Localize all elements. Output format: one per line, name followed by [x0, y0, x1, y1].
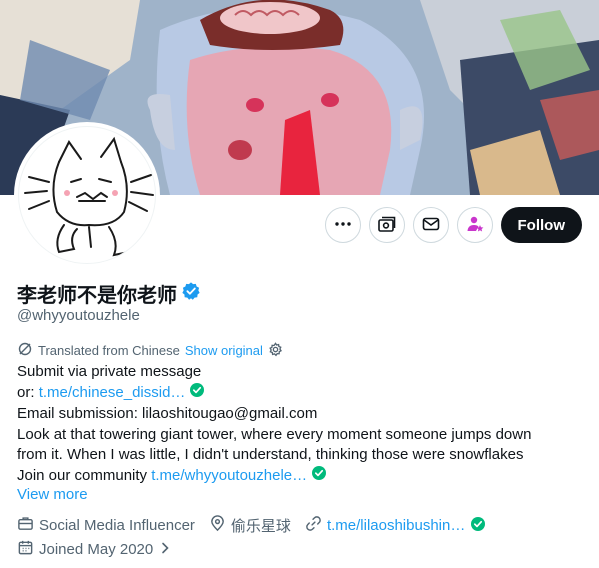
- profile-name-row: 李老师不是你老师: [17, 279, 201, 308]
- telegram-link[interactable]: t.me/chinese_dissid…: [39, 383, 186, 403]
- bio-line: Submit via private message: [17, 362, 577, 382]
- profile-actions: Follow: [324, 207, 582, 243]
- bio-line: or: t.me/chinese_dissid…: [17, 382, 577, 404]
- profile-meta-row: Joined May 2020: [17, 539, 172, 560]
- bio-text: Look at that towering giant tower, where…: [17, 425, 532, 443]
- user-handle: @whyyoutouzhele: [17, 307, 140, 324]
- follow-button[interactable]: Follow: [500, 207, 582, 243]
- avatar-image: [18, 126, 156, 264]
- profile-bio: Submit via private message or: t.me/chin…: [17, 362, 577, 487]
- verified-badge-icon[interactable]: [181, 281, 201, 306]
- view-more-link[interactable]: View more: [17, 486, 88, 503]
- bio-text: Email submission: lilaoshitougao@gmail.c…: [17, 405, 318, 423]
- profile-avatar[interactable]: [14, 122, 160, 268]
- link-verified-icon: [189, 382, 205, 404]
- calendar-icon: [17, 539, 34, 560]
- subscriptions-icon: [377, 214, 397, 237]
- bio-line: Join our community t.me/whyyoutouzhele…: [17, 465, 577, 487]
- category-label: Social Media Influencer: [39, 517, 195, 534]
- bio-text: Join our community: [17, 467, 152, 485]
- bio-text: from it. When I was little, I didn't und…: [17, 445, 524, 463]
- link-icon: [305, 515, 322, 536]
- translation-notice: Translated from Chinese Show original: [17, 341, 283, 360]
- bio-line: Look at that towering giant tower, where…: [17, 425, 577, 445]
- subscriptions-button[interactable]: [368, 207, 405, 243]
- person-star-icon: [465, 214, 485, 237]
- bio-line: Email submission: lilaoshitougao@gmail.c…: [17, 404, 577, 424]
- joined-date: Joined May 2020: [39, 541, 154, 558]
- location-label: 偷乐星球: [230, 518, 291, 535]
- link-verified-icon: [470, 516, 486, 536]
- website-item: t.me/lilaoshibushin…: [305, 515, 486, 536]
- link-verified-icon: [311, 465, 327, 487]
- website-link[interactable]: t.me/lilaoshibushin…: [327, 517, 465, 534]
- gear-icon[interactable]: [268, 341, 283, 360]
- category-item: Social Media Influencer: [17, 515, 195, 536]
- chevron-right-icon: [158, 541, 172, 559]
- creator-subscribe-button[interactable]: [456, 207, 493, 243]
- location-pin-icon: [209, 515, 226, 536]
- show-original-link[interactable]: Show original: [185, 343, 263, 358]
- more-button[interactable]: [324, 207, 361, 243]
- translated-label: Translated from Chinese: [38, 343, 180, 358]
- location-item: 偷乐星球: [209, 515, 291, 536]
- briefcase-icon: [17, 515, 34, 536]
- message-button[interactable]: [412, 207, 449, 243]
- bio-text: Submit via private message: [17, 363, 202, 380]
- profile-meta-row: Social Media Influencer 偷乐星球 t.me/lilaos…: [17, 515, 486, 536]
- ellipsis-icon: [334, 215, 352, 236]
- envelope-icon: [421, 214, 441, 237]
- community-link[interactable]: t.me/whyyoutouzhele…: [151, 466, 307, 486]
- bio-line: from it. When I was little, I didn't und…: [17, 445, 577, 465]
- display-name: 李老师不是你老师: [17, 283, 177, 307]
- translate-icon: [17, 341, 33, 360]
- bio-text: or:: [17, 384, 39, 402]
- joined-item[interactable]: Joined May 2020: [17, 539, 172, 560]
